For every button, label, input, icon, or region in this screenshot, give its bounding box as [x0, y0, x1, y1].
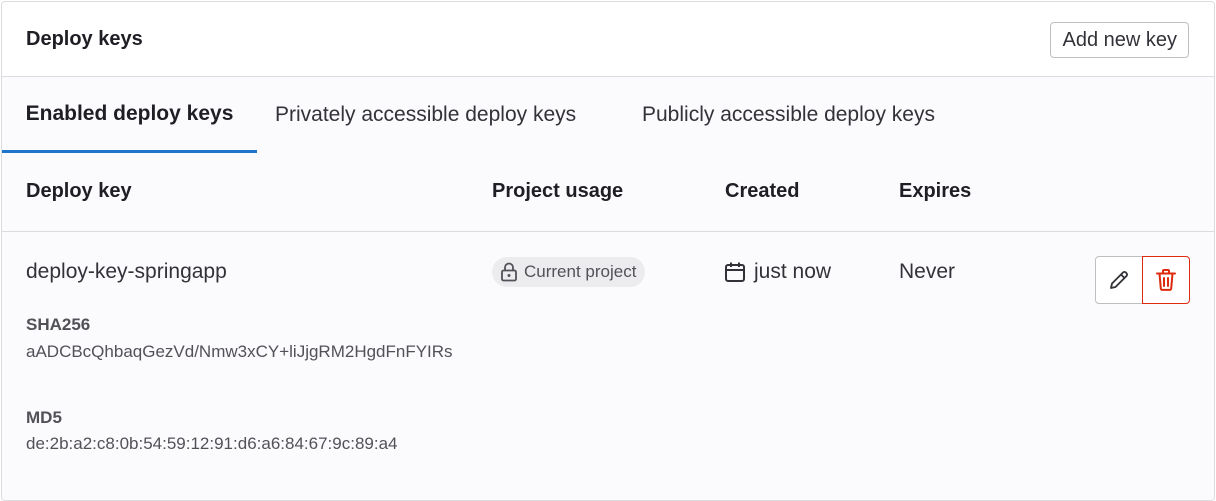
column-header-project-usage: Project usage — [492, 180, 624, 202]
delete-button[interactable] — [1142, 256, 1190, 304]
created-text: just now — [754, 260, 832, 283]
project-usage-badge: Current project — [492, 257, 646, 287]
deploy-key-title: deploy-key-springapp — [26, 260, 227, 283]
pencil-icon — [1110, 271, 1128, 289]
md5-value: de:2b:a2:c8:0b:54:59:12:91:d6:a6:84:67:9… — [26, 434, 398, 453]
project-usage-text: Current project — [524, 262, 637, 281]
column-header-expires: Expires — [899, 180, 972, 202]
lock-icon — [501, 262, 517, 282]
column-header-created: Created — [725, 180, 800, 202]
trash-icon — [1156, 269, 1176, 291]
md5-label: MD5 — [26, 408, 62, 427]
tab-enabled-deploy-keys[interactable]: Enabled deploy keys — [2, 77, 257, 153]
sha256-value: aADCBcQhbaqGezVd/Nmw3xCY+liJjgRM2HgdFnFY… — [26, 342, 453, 361]
tab-publicly-accessible-deploy-keys[interactable]: Publicly accessible deploy keys — [642, 77, 935, 153]
add-new-key-button[interactable]: Add new key — [1050, 22, 1189, 58]
expires-text: Never — [899, 260, 956, 283]
row-actions — [1095, 256, 1190, 304]
column-header-deploy-key: Deploy key — [26, 180, 132, 202]
deploy-keys-panel: Deploy keys Add new key Enabled deploy k… — [1, 1, 1215, 501]
tab-privately-accessible-deploy-keys[interactable]: Privately accessible deploy keys — [275, 77, 576, 153]
tabs: Enabled deploy keys Privately accessible… — [2, 77, 1214, 153]
calendar-icon — [725, 262, 745, 282]
panel-title: Deploy keys — [26, 28, 143, 50]
panel-header: Deploy keys Add new key — [2, 2, 1214, 77]
created-cell: just now — [724, 260, 831, 284]
table-header: Deploy key Project usage Created Expires — [2, 153, 1214, 232]
table-row: deploy-key-springapp SHA256 aADCBcQhbaqG… — [2, 232, 1214, 500]
sha256-label: SHA256 — [26, 315, 91, 334]
edit-button[interactable] — [1095, 256, 1143, 304]
